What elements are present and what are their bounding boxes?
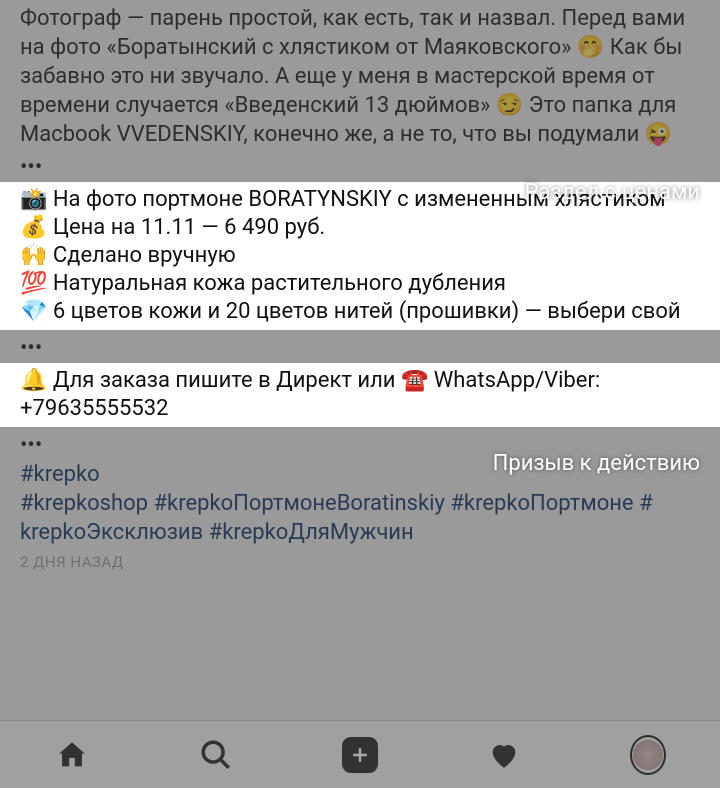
hashtag-link[interactable]: #krepkoshop — [20, 491, 148, 516]
price-line-4: 💯 Натуральная кожа растительного дублени… — [20, 270, 700, 298]
annotation-price-section: Раздел с ценами — [525, 180, 700, 205]
hashtag-link[interactable]: krepkoЭксклюзив — [20, 520, 203, 545]
home-icon — [55, 738, 89, 772]
profile-avatar-ring — [630, 735, 666, 775]
nav-search[interactable] — [198, 737, 234, 773]
nav-home[interactable] — [54, 737, 90, 773]
caption-separator-2: ••• — [0, 330, 720, 363]
hashtag-link[interactable]: #krepko — [20, 462, 100, 487]
caption-intro-text: Фотограф — парень простой, как есть, так… — [20, 6, 685, 147]
post-caption-intro[interactable]: Фотограф — парень простой, как есть, так… — [0, 0, 720, 149]
annotation-cta-section: Призыв к действию — [493, 451, 700, 476]
bottom-nav — [0, 720, 720, 788]
nav-profile[interactable] — [630, 737, 666, 773]
post-timestamp: 2 ДНЯ НАЗАД — [0, 547, 720, 581]
hashtag-wrap: # — [639, 491, 653, 516]
hashtag-link[interactable]: #krepkoПортмоне — [450, 491, 633, 516]
caption-separator: ••• — [0, 149, 720, 182]
hashtag-link[interactable]: #krepkoДляМужчин — [209, 520, 414, 545]
cta-section-highlight[interactable]: 🔔 Для заказа пишите в Директ или ☎️ What… — [0, 363, 720, 427]
nav-add-post[interactable] — [342, 737, 378, 773]
hashtag-link[interactable]: #krepkoПортмонеBoratinskiy — [154, 491, 445, 516]
heart-icon — [487, 738, 521, 772]
price-line-2: 💰 Цена на 11.11 — 6 490 руб. — [20, 214, 700, 242]
plus-icon — [350, 745, 370, 765]
nav-activity[interactable] — [486, 737, 522, 773]
search-icon — [199, 738, 233, 772]
price-line-5: 💎 6 цветов кожи и 20 цветов нитей (проши… — [20, 298, 700, 326]
cta-text: 🔔 Для заказа пишите в Директ или ☎️ What… — [20, 368, 600, 421]
profile-avatar — [633, 740, 663, 770]
price-line-3: 🙌 Сделано вручную — [20, 242, 700, 270]
